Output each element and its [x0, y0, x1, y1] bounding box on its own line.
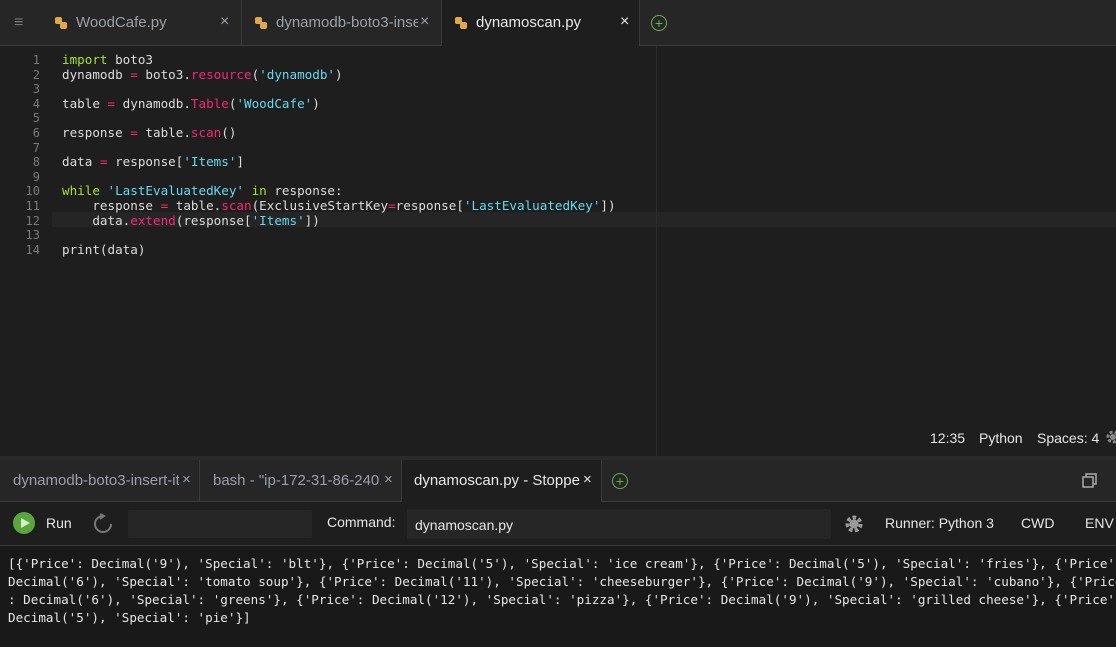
line-number: 1 — [32, 53, 40, 67]
new-tab-plus-icon[interactable]: + — [651, 15, 667, 31]
code-line-12: data.extend(response['Items']) — [62, 213, 320, 228]
tab-label: dynamoscan.py — [476, 14, 582, 31]
indent-setting[interactable]: Spaces: 4 — [1037, 430, 1099, 446]
console-tab-bash[interactable]: bash - "ip-172-31-86-240. × — [200, 460, 402, 502]
code-line-10: while 'LastEvaluatedKey' in response: — [62, 183, 343, 198]
run-play-icon[interactable] — [13, 512, 35, 534]
output-line: Decimal('5'), 'Special': 'pie'}] — [8, 610, 251, 625]
run-config-name-input[interactable] — [128, 510, 312, 538]
tab-dynamoscan[interactable]: dynamoscan.py × — [442, 0, 640, 47]
tab-label: dynamodb-boto3-inse — [276, 14, 418, 31]
tab-label: dynamoscan.py - Stoppec — [414, 472, 580, 489]
python-file-icon — [55, 17, 67, 29]
code-line-11: response = table.scan(ExclusiveStartKey=… — [62, 198, 616, 213]
line-number: 2 — [32, 68, 40, 82]
console-tab-dynamoscan[interactable]: dynamoscan.py - Stoppec × — [402, 460, 602, 503]
menu-icon[interactable]: ≡ — [14, 14, 23, 32]
command-label: Command: — [327, 514, 396, 530]
language-mode[interactable]: Python — [979, 430, 1023, 446]
close-icon[interactable]: × — [182, 471, 191, 488]
tab-label: bash - "ip-172-31-86-240. — [213, 472, 381, 489]
settings-gear-icon[interactable] — [843, 513, 865, 535]
console-tab-dynamodb-insert[interactable]: dynamodb-boto3-insert-ite × — [0, 460, 200, 502]
line-number: 4 — [32, 97, 40, 111]
tab-woodcafe[interactable]: WoodCafe.py × — [42, 0, 242, 46]
runner-select[interactable]: Runner: Python 3 — [885, 515, 994, 531]
close-icon[interactable]: × — [420, 13, 429, 31]
print-margin — [656, 46, 657, 456]
code-line-4: table = dynamodb.Table('WoodCafe') — [62, 96, 320, 111]
line-number: 8 — [32, 155, 40, 169]
line-number: 10 — [25, 184, 40, 198]
line-number: 13 — [25, 228, 40, 242]
restart-icon[interactable] — [92, 513, 114, 535]
env-button[interactable]: ENV — [1085, 515, 1114, 531]
gear-icon[interactable] — [1104, 428, 1116, 446]
python-file-icon — [255, 17, 267, 29]
code-line-8: data = response['Items'] — [62, 154, 245, 169]
line-number: 9 — [32, 170, 40, 184]
run-output-console[interactable]: [{'Price': Decimal('9'), 'Special': 'blt… — [0, 546, 1116, 647]
python-file-icon — [455, 17, 467, 29]
close-icon[interactable]: × — [620, 13, 629, 31]
code-line-2: dynamodb = boto3.resource('dynamodb') — [62, 67, 343, 82]
output-line: [{'Price': Decimal('9'), 'Special': 'blt… — [8, 556, 1116, 571]
line-number: 12 — [25, 214, 40, 228]
code-line-1: import boto3 — [62, 52, 153, 67]
command-input[interactable]: dynamoscan.py — [407, 509, 831, 539]
line-number: 5 — [32, 111, 40, 125]
runner-toolbar: Run Command: dynamoscan.py Runner: Pytho… — [0, 502, 1116, 546]
close-icon[interactable]: × — [220, 13, 229, 31]
run-button[interactable]: Run — [46, 515, 72, 531]
tab-dynamodb-boto3-insert[interactable]: dynamodb-boto3-inse × — [242, 0, 442, 46]
code-line-14: print(data) — [62, 242, 146, 257]
line-number-gutter: 1 2 3 4 5 6 7 8 9 10 11 12 13 14 — [0, 46, 52, 456]
command-input-value: dynamoscan.py — [415, 517, 514, 533]
line-number: 6 — [32, 126, 40, 140]
close-icon[interactable]: × — [384, 471, 393, 488]
close-icon[interactable]: × — [583, 471, 592, 488]
cwd-button[interactable]: CWD — [1021, 515, 1054, 531]
line-number: 7 — [32, 141, 40, 155]
editor-tab-bar: ≡ WoodCafe.py × dynamodb-boto3-inse × dy… — [0, 0, 1116, 47]
console-tab-bar: dynamodb-boto3-insert-ite × bash - "ip-1… — [0, 460, 1116, 503]
tab-label: dynamodb-boto3-insert-ite — [13, 472, 179, 489]
new-terminal-plus-icon[interactable]: + — [612, 473, 628, 489]
output-line: Decimal('6'), 'Special': 'tomato soup'},… — [8, 574, 1116, 589]
code-editor[interactable]: 1 2 3 4 5 6 7 8 9 10 11 12 13 14 import … — [0, 46, 1116, 456]
code-line-6: response = table.scan() — [62, 125, 237, 140]
output-line: : Decimal('6'), 'Special': 'greens'}, {'… — [8, 592, 1116, 607]
line-number: 3 — [32, 82, 40, 96]
maximize-icon[interactable] — [1082, 473, 1098, 489]
cursor-position[interactable]: 12:35 — [930, 430, 965, 446]
line-number: 11 — [25, 199, 40, 213]
line-number: 14 — [25, 243, 40, 257]
tab-label: WoodCafe.py — [76, 14, 167, 31]
